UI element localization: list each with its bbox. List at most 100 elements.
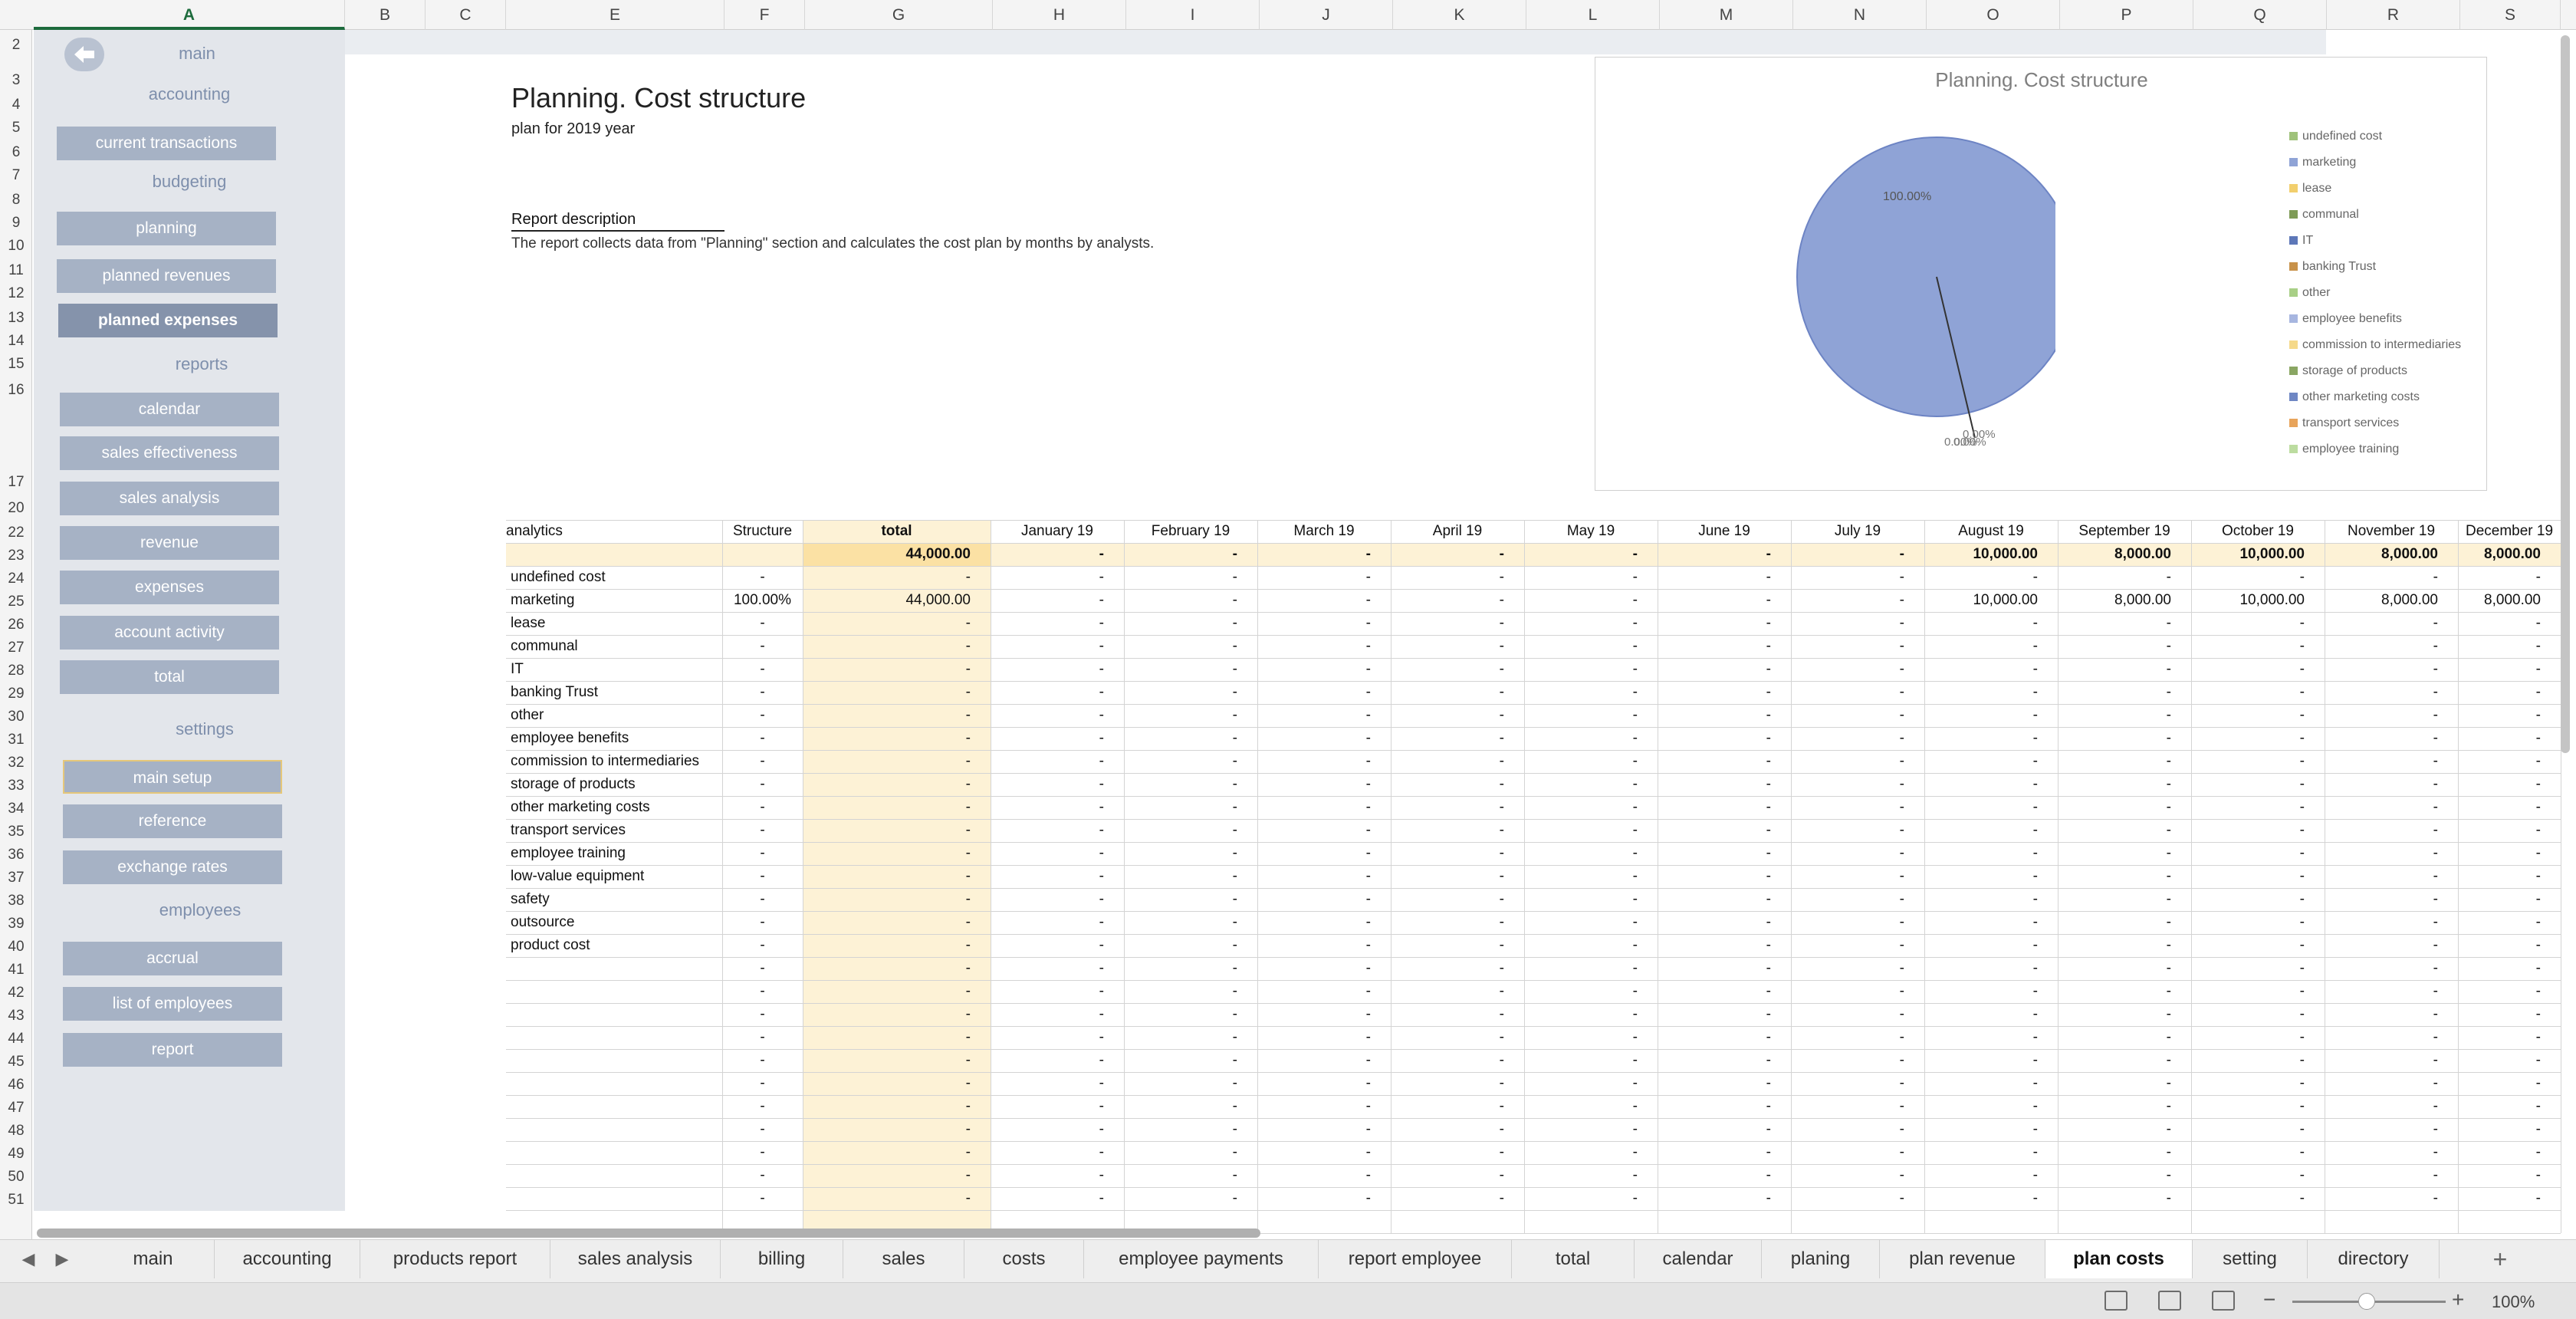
table-cell[interactable]: - (1124, 773, 1257, 796)
row-header-48[interactable]: 48 (0, 1123, 31, 1140)
table-cell[interactable] (506, 980, 722, 1003)
table-cell[interactable]: - (1924, 957, 2058, 980)
table-cell[interactable]: - (1924, 1164, 2058, 1187)
table-cell[interactable]: - (991, 819, 1124, 842)
table-cell[interactable]: - (803, 1049, 991, 1072)
table-cell[interactable]: - (803, 911, 991, 934)
row-header-7[interactable]: 7 (0, 167, 31, 184)
table-cell[interactable]: - (2458, 681, 2561, 704)
table-cell[interactable]: - (2325, 1095, 2458, 1118)
sheet-tab-employee-payments[interactable]: employee payments (1084, 1240, 1319, 1278)
row-header-24[interactable]: 24 (0, 571, 31, 587)
table-cell[interactable]: - (2458, 704, 2561, 727)
table-cell[interactable]: - (2325, 1118, 2458, 1141)
add-sheet-button[interactable]: + (2489, 1247, 2512, 1271)
table-cell[interactable]: - (1391, 1026, 1524, 1049)
table-cell[interactable]: - (1391, 1164, 1524, 1187)
table-cell[interactable]: - (1524, 819, 1658, 842)
table-cell[interactable]: - (2458, 911, 2561, 934)
table-cell[interactable] (506, 1049, 722, 1072)
table-cell[interactable]: - (2325, 635, 2458, 658)
table-cell[interactable]: - (991, 612, 1124, 635)
table-cell[interactable]: communal (506, 635, 722, 658)
table-header-cell[interactable]: February 19 (1124, 520, 1257, 543)
table-cell[interactable]: - (2458, 1072, 2561, 1095)
table-cell[interactable]: - (1791, 1095, 1924, 1118)
table-cell[interactable]: - (803, 727, 991, 750)
table-cell[interactable]: - (1658, 543, 1791, 566)
table-cell[interactable]: - (2325, 888, 2458, 911)
table-cell[interactable]: - (1791, 704, 1924, 727)
table-cell[interactable]: - (1391, 1187, 1524, 1210)
table-cell[interactable]: - (2458, 566, 2561, 589)
row-header-42[interactable]: 42 (0, 985, 31, 1002)
table-cell[interactable]: low-value equipment (506, 865, 722, 888)
table-cell[interactable]: - (1658, 888, 1791, 911)
vertical-scrollbar[interactable] (2561, 35, 2570, 753)
nav-button-main-setup[interactable]: main setup (63, 760, 282, 794)
table-cell[interactable]: - (991, 1049, 1124, 1072)
table-cell[interactable]: - (1257, 1003, 1391, 1026)
table-cell[interactable]: - (2325, 704, 2458, 727)
table-cell[interactable]: - (1257, 957, 1391, 980)
table-cell[interactable]: - (803, 635, 991, 658)
table-cell[interactable]: - (2458, 635, 2561, 658)
table-cell[interactable]: - (722, 727, 803, 750)
table-cell[interactable]: - (2325, 865, 2458, 888)
table-cell[interactable]: - (1391, 888, 1524, 911)
table-cell[interactable]: - (1391, 819, 1524, 842)
table-cell[interactable]: - (2458, 957, 2561, 980)
table-cell[interactable]: - (1524, 1095, 1658, 1118)
table-cell[interactable]: - (722, 957, 803, 980)
table-cell[interactable]: - (1924, 750, 2058, 773)
table-cell[interactable]: - (991, 1141, 1124, 1164)
table-cell[interactable]: - (1391, 865, 1524, 888)
table-cell[interactable]: - (1124, 658, 1257, 681)
table-cell[interactable]: - (1791, 888, 1924, 911)
table-cell[interactable]: - (1658, 980, 1791, 1003)
table-cell[interactable]: - (722, 1187, 803, 1210)
table-cell[interactable]: - (2058, 819, 2191, 842)
table-cell[interactable]: - (2058, 566, 2191, 589)
table-cell[interactable]: - (2325, 566, 2458, 589)
table-cell[interactable]: - (1791, 773, 1924, 796)
table-cell[interactable]: - (1257, 842, 1391, 865)
table-cell[interactable]: 10,000.00 (1924, 543, 2058, 566)
table-cell[interactable]: - (1391, 681, 1524, 704)
table-cell[interactable]: - (1924, 1072, 2058, 1095)
table-cell[interactable]: banking Trust (506, 681, 722, 704)
nav-button-report[interactable]: report (63, 1033, 282, 1067)
table-cell[interactable]: - (2058, 796, 2191, 819)
table-cell[interactable]: - (2458, 888, 2561, 911)
table-cell[interactable]: - (2325, 1141, 2458, 1164)
table-cell[interactable]: - (2191, 635, 2325, 658)
table-cell[interactable]: - (1124, 1118, 1257, 1141)
nav-button-expenses[interactable]: expenses (60, 571, 279, 604)
table-header-cell[interactable]: September 19 (2058, 520, 2191, 543)
table-cell[interactable]: - (1924, 796, 2058, 819)
table-cell[interactable]: - (1524, 1164, 1658, 1187)
tab-next-button[interactable]: ▶ (51, 1248, 74, 1271)
table-cell[interactable]: - (1524, 773, 1658, 796)
normal-view-icon[interactable] (2104, 1291, 2128, 1311)
table-cell[interactable]: - (1257, 681, 1391, 704)
row-header-2[interactable]: 2 (0, 37, 31, 54)
table-cell[interactable]: - (1791, 980, 1924, 1003)
table-cell[interactable]: - (1124, 1095, 1257, 1118)
table-cell[interactable]: - (1658, 957, 1791, 980)
table-cell[interactable]: - (803, 658, 991, 681)
table-cell[interactable]: - (1124, 819, 1257, 842)
table-cell[interactable]: - (1658, 865, 1791, 888)
table-header-cell[interactable]: November 19 (2325, 520, 2458, 543)
table-cell[interactable]: product cost (506, 934, 722, 957)
table-cell[interactable]: 8,000.00 (2325, 543, 2458, 566)
column-header-p[interactable]: P (2060, 0, 2193, 30)
table-cell[interactable] (506, 1118, 722, 1141)
table-cell[interactable]: - (991, 934, 1124, 957)
table-cell[interactable]: - (803, 842, 991, 865)
table-header-cell[interactable]: May 19 (1524, 520, 1658, 543)
table-cell[interactable]: - (722, 635, 803, 658)
row-header-30[interactable]: 30 (0, 709, 31, 725)
table-cell[interactable]: - (722, 612, 803, 635)
table-cell[interactable]: - (2325, 727, 2458, 750)
